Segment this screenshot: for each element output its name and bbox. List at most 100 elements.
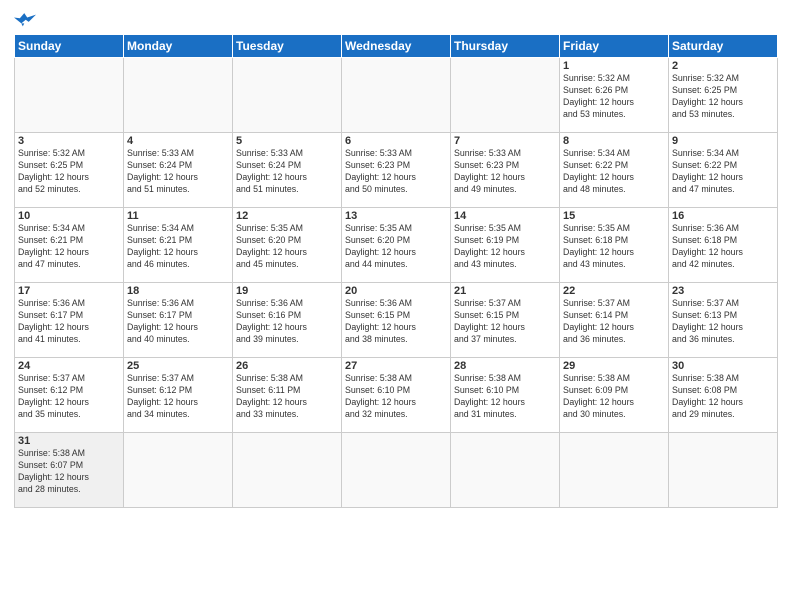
day-number: 4 [127, 135, 229, 147]
col-friday: Friday [560, 35, 669, 58]
day-info: Sunrise: 5:33 AM Sunset: 6:24 PM Dayligh… [127, 148, 229, 196]
day-info: Sunrise: 5:35 AM Sunset: 6:18 PM Dayligh… [563, 223, 665, 271]
calendar-cell: 2Sunrise: 5:32 AM Sunset: 6:25 PM Daylig… [669, 58, 778, 133]
calendar-cell: 10Sunrise: 5:34 AM Sunset: 6:21 PM Dayli… [15, 208, 124, 283]
calendar-cell: 5Sunrise: 5:33 AM Sunset: 6:24 PM Daylig… [233, 133, 342, 208]
day-info: Sunrise: 5:36 AM Sunset: 6:18 PM Dayligh… [672, 223, 774, 271]
col-sunday: Sunday [15, 35, 124, 58]
logo [14, 10, 38, 28]
calendar-cell: 12Sunrise: 5:35 AM Sunset: 6:20 PM Dayli… [233, 208, 342, 283]
day-number: 7 [454, 135, 556, 147]
day-info: Sunrise: 5:38 AM Sunset: 6:08 PM Dayligh… [672, 373, 774, 421]
header [14, 10, 778, 28]
col-thursday: Thursday [451, 35, 560, 58]
calendar-cell: 25Sunrise: 5:37 AM Sunset: 6:12 PM Dayli… [124, 358, 233, 433]
page: Sunday Monday Tuesday Wednesday Thursday… [0, 0, 792, 612]
calendar-cell: 13Sunrise: 5:35 AM Sunset: 6:20 PM Dayli… [342, 208, 451, 283]
day-info: Sunrise: 5:34 AM Sunset: 6:21 PM Dayligh… [18, 223, 120, 271]
day-info: Sunrise: 5:34 AM Sunset: 6:22 PM Dayligh… [672, 148, 774, 196]
day-number: 1 [563, 60, 665, 72]
calendar-table: Sunday Monday Tuesday Wednesday Thursday… [14, 34, 778, 508]
calendar-cell: 24Sunrise: 5:37 AM Sunset: 6:12 PM Dayli… [15, 358, 124, 433]
calendar-cell [560, 433, 669, 508]
day-info: Sunrise: 5:37 AM Sunset: 6:14 PM Dayligh… [563, 298, 665, 346]
day-number: 5 [236, 135, 338, 147]
calendar-cell: 21Sunrise: 5:37 AM Sunset: 6:15 PM Dayli… [451, 283, 560, 358]
day-number: 22 [563, 285, 665, 297]
day-info: Sunrise: 5:35 AM Sunset: 6:20 PM Dayligh… [236, 223, 338, 271]
day-number: 21 [454, 285, 556, 297]
day-info: Sunrise: 5:34 AM Sunset: 6:22 PM Dayligh… [563, 148, 665, 196]
day-number: 16 [672, 210, 774, 222]
calendar-body: 1Sunrise: 5:32 AM Sunset: 6:26 PM Daylig… [15, 58, 778, 508]
day-info: Sunrise: 5:38 AM Sunset: 6:11 PM Dayligh… [236, 373, 338, 421]
calendar-week-3: 10Sunrise: 5:34 AM Sunset: 6:21 PM Dayli… [15, 208, 778, 283]
day-number: 18 [127, 285, 229, 297]
calendar-cell [669, 433, 778, 508]
calendar-cell: 3Sunrise: 5:32 AM Sunset: 6:25 PM Daylig… [15, 133, 124, 208]
calendar-cell: 28Sunrise: 5:38 AM Sunset: 6:10 PM Dayli… [451, 358, 560, 433]
logo-bird-icon [14, 10, 36, 28]
calendar-week-5: 24Sunrise: 5:37 AM Sunset: 6:12 PM Dayli… [15, 358, 778, 433]
calendar-cell: 26Sunrise: 5:38 AM Sunset: 6:11 PM Dayli… [233, 358, 342, 433]
calendar-cell: 27Sunrise: 5:38 AM Sunset: 6:10 PM Dayli… [342, 358, 451, 433]
day-number: 26 [236, 360, 338, 372]
day-info: Sunrise: 5:33 AM Sunset: 6:23 PM Dayligh… [345, 148, 447, 196]
day-number: 27 [345, 360, 447, 372]
col-saturday: Saturday [669, 35, 778, 58]
days-of-week-row: Sunday Monday Tuesday Wednesday Thursday… [15, 35, 778, 58]
calendar-week-4: 17Sunrise: 5:36 AM Sunset: 6:17 PM Dayli… [15, 283, 778, 358]
day-info: Sunrise: 5:38 AM Sunset: 6:10 PM Dayligh… [454, 373, 556, 421]
calendar-cell: 18Sunrise: 5:36 AM Sunset: 6:17 PM Dayli… [124, 283, 233, 358]
calendar-cell [451, 433, 560, 508]
day-info: Sunrise: 5:35 AM Sunset: 6:19 PM Dayligh… [454, 223, 556, 271]
day-info: Sunrise: 5:37 AM Sunset: 6:13 PM Dayligh… [672, 298, 774, 346]
calendar-week-1: 1Sunrise: 5:32 AM Sunset: 6:26 PM Daylig… [15, 58, 778, 133]
day-info: Sunrise: 5:36 AM Sunset: 6:16 PM Dayligh… [236, 298, 338, 346]
day-info: Sunrise: 5:37 AM Sunset: 6:15 PM Dayligh… [454, 298, 556, 346]
day-info: Sunrise: 5:32 AM Sunset: 6:25 PM Dayligh… [672, 73, 774, 121]
day-info: Sunrise: 5:34 AM Sunset: 6:21 PM Dayligh… [127, 223, 229, 271]
day-info: Sunrise: 5:33 AM Sunset: 6:23 PM Dayligh… [454, 148, 556, 196]
calendar-cell: 9Sunrise: 5:34 AM Sunset: 6:22 PM Daylig… [669, 133, 778, 208]
day-number: 12 [236, 210, 338, 222]
calendar-cell: 7Sunrise: 5:33 AM Sunset: 6:23 PM Daylig… [451, 133, 560, 208]
calendar-cell [342, 433, 451, 508]
calendar-cell: 11Sunrise: 5:34 AM Sunset: 6:21 PM Dayli… [124, 208, 233, 283]
day-info: Sunrise: 5:33 AM Sunset: 6:24 PM Dayligh… [236, 148, 338, 196]
calendar-cell: 8Sunrise: 5:34 AM Sunset: 6:22 PM Daylig… [560, 133, 669, 208]
day-number: 28 [454, 360, 556, 372]
calendar-cell [342, 58, 451, 133]
col-wednesday: Wednesday [342, 35, 451, 58]
calendar-cell [233, 433, 342, 508]
day-number: 19 [236, 285, 338, 297]
calendar-cell [124, 58, 233, 133]
day-number: 8 [563, 135, 665, 147]
day-number: 15 [563, 210, 665, 222]
calendar-cell [451, 58, 560, 133]
day-number: 11 [127, 210, 229, 222]
day-info: Sunrise: 5:35 AM Sunset: 6:20 PM Dayligh… [345, 223, 447, 271]
calendar-week-6: 31Sunrise: 5:38 AM Sunset: 6:07 PM Dayli… [15, 433, 778, 508]
calendar-week-2: 3Sunrise: 5:32 AM Sunset: 6:25 PM Daylig… [15, 133, 778, 208]
col-tuesday: Tuesday [233, 35, 342, 58]
day-number: 17 [18, 285, 120, 297]
calendar-cell: 1Sunrise: 5:32 AM Sunset: 6:26 PM Daylig… [560, 58, 669, 133]
calendar-cell: 23Sunrise: 5:37 AM Sunset: 6:13 PM Dayli… [669, 283, 778, 358]
day-number: 3 [18, 135, 120, 147]
calendar-cell: 14Sunrise: 5:35 AM Sunset: 6:19 PM Dayli… [451, 208, 560, 283]
day-number: 6 [345, 135, 447, 147]
day-info: Sunrise: 5:38 AM Sunset: 6:07 PM Dayligh… [18, 448, 120, 496]
calendar-cell: 31Sunrise: 5:38 AM Sunset: 6:07 PM Dayli… [15, 433, 124, 508]
day-info: Sunrise: 5:38 AM Sunset: 6:10 PM Dayligh… [345, 373, 447, 421]
day-number: 2 [672, 60, 774, 72]
day-info: Sunrise: 5:37 AM Sunset: 6:12 PM Dayligh… [127, 373, 229, 421]
day-number: 30 [672, 360, 774, 372]
calendar-cell: 29Sunrise: 5:38 AM Sunset: 6:09 PM Dayli… [560, 358, 669, 433]
day-number: 31 [18, 435, 120, 447]
day-number: 13 [345, 210, 447, 222]
day-number: 29 [563, 360, 665, 372]
calendar-cell [233, 58, 342, 133]
day-number: 10 [18, 210, 120, 222]
day-info: Sunrise: 5:32 AM Sunset: 6:25 PM Dayligh… [18, 148, 120, 196]
